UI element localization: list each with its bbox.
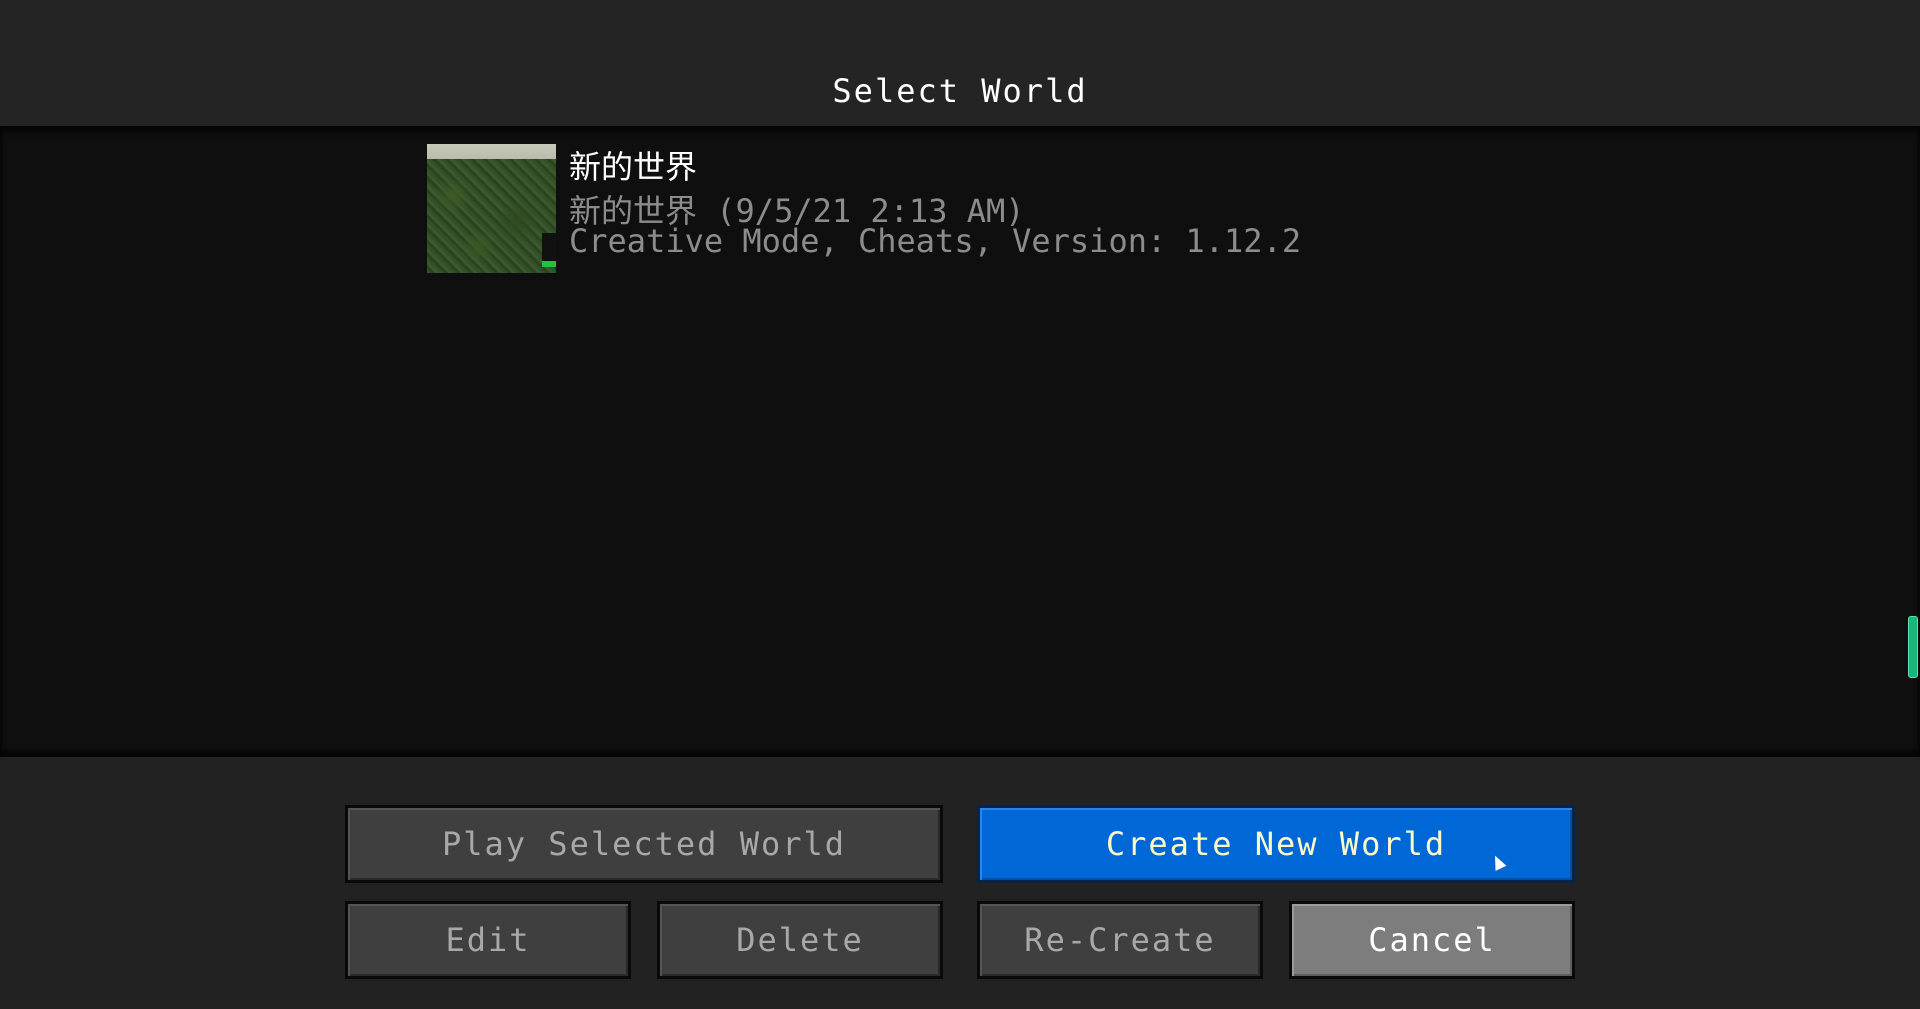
world-list-item[interactable]: 新的世界 新的世界 (9/5/21 2:13 AM) Creative Mode… — [427, 144, 1367, 274]
edit-button[interactable]: Edit — [345, 901, 631, 979]
select-world-screen: Select World 新的世界 新的世界 (9/5/21 2:13 AM) … — [0, 0, 1920, 1009]
create-new-world-button[interactable]: Create New World — [977, 805, 1575, 883]
button-bar — [0, 757, 1920, 1009]
world-details: Creative Mode, Cheats, Version: 1.12.2 — [569, 222, 1302, 260]
scrollbar[interactable] — [1908, 616, 1918, 678]
page-title: Select World — [832, 72, 1088, 110]
world-name: 新的世界 — [569, 148, 698, 186]
header: Select World — [0, 0, 1920, 126]
play-selected-world-button[interactable]: Play Selected World — [345, 805, 943, 883]
thumbnail-figure — [542, 233, 556, 267]
cancel-button[interactable]: Cancel — [1289, 901, 1575, 979]
world-thumbnail — [427, 144, 556, 273]
delete-button[interactable]: Delete — [657, 901, 943, 979]
recreate-button[interactable]: Re-Create — [977, 901, 1263, 979]
